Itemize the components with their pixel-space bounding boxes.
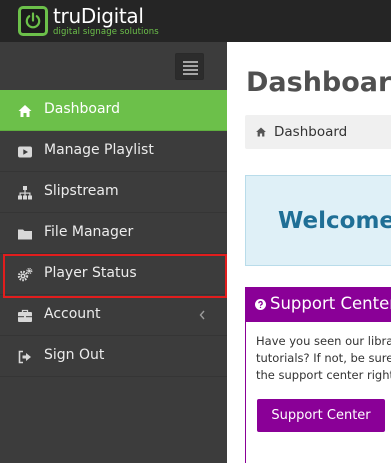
sidebar-item-label: Account — [44, 306, 101, 322]
welcome-panel: Welcome — [245, 175, 391, 266]
power-icon — [18, 6, 48, 36]
support-center-text: Have you seen our library of tutorials? … — [256, 333, 391, 384]
welcome-heading: Welcome — [278, 208, 391, 234]
sidebar-toggle-row — [0, 42, 227, 90]
sidebar-item-slipstream[interactable]: Slipstream — [0, 172, 227, 213]
sidebar-item-account[interactable]: Account — [0, 295, 227, 336]
support-center-header: Support Center — [246, 288, 391, 322]
brand-name: truDigital — [53, 3, 144, 28]
briefcase-icon — [18, 309, 32, 322]
sidebar-item-label: Dashboard — [44, 101, 120, 117]
brand-logo[interactable]: truDigital digital signage solutions — [18, 4, 159, 38]
sidebar-item-dashboard[interactable]: Dashboard — [0, 90, 227, 131]
breadcrumb-item-dashboard[interactable]: Dashboard — [274, 124, 347, 140]
support-center-button[interactable]: Support Center — [257, 399, 385, 432]
gears-icon — [17, 267, 33, 282]
sign-out-icon — [18, 350, 31, 364]
page-title: Dashboard — [246, 67, 391, 98]
play-icon — [18, 146, 32, 158]
hamburger-line — [183, 65, 198, 67]
sidebar-item-label: Manage Playlist — [44, 142, 154, 158]
sitemap-icon — [18, 186, 32, 200]
sidebar-item-file-manager[interactable]: File Manager — [0, 213, 227, 254]
hamburger-line — [183, 73, 198, 75]
main-content: Dashboard Dashboard Welcome Support Cent… — [227, 42, 391, 463]
hamburger-line — [183, 61, 198, 63]
sidebar-item-sign-out[interactable]: Sign Out — [0, 336, 227, 377]
sidebar-item-manage-playlist[interactable]: Manage Playlist — [0, 131, 227, 172]
hamburger-line — [183, 69, 198, 71]
sidebar-item-label: Player Status — [44, 265, 137, 281]
support-center-panel: Support Center Have you seen our library… — [245, 287, 391, 463]
home-icon — [256, 127, 266, 137]
sidebar-item-player-status[interactable]: Player Status — [0, 254, 227, 295]
sidebar-item-label: Slipstream — [44, 183, 119, 199]
menu-toggle-button[interactable] — [175, 53, 204, 80]
breadcrumb: Dashboard — [245, 115, 391, 149]
sidebar: Dashboard Manage Playlist Slipstream Fil… — [0, 42, 227, 463]
support-center-title: Support Center — [270, 294, 391, 313]
support-text-line: the support center right now. — [256, 368, 391, 382]
support-text-line: tutorials? If not, be sure to visit — [256, 351, 391, 365]
support-text-line: Have you seen our library of — [256, 334, 391, 348]
sidebar-item-label: Sign Out — [44, 347, 105, 363]
home-icon — [18, 105, 32, 117]
brand-tagline: digital signage solutions — [53, 26, 159, 37]
chevron-left-icon[interactable] — [197, 308, 207, 322]
top-bar: truDigital digital signage solutions — [0, 0, 391, 42]
sidebar-item-label: File Manager — [44, 224, 134, 240]
question-circle-icon — [255, 299, 266, 310]
folder-icon — [18, 229, 32, 240]
